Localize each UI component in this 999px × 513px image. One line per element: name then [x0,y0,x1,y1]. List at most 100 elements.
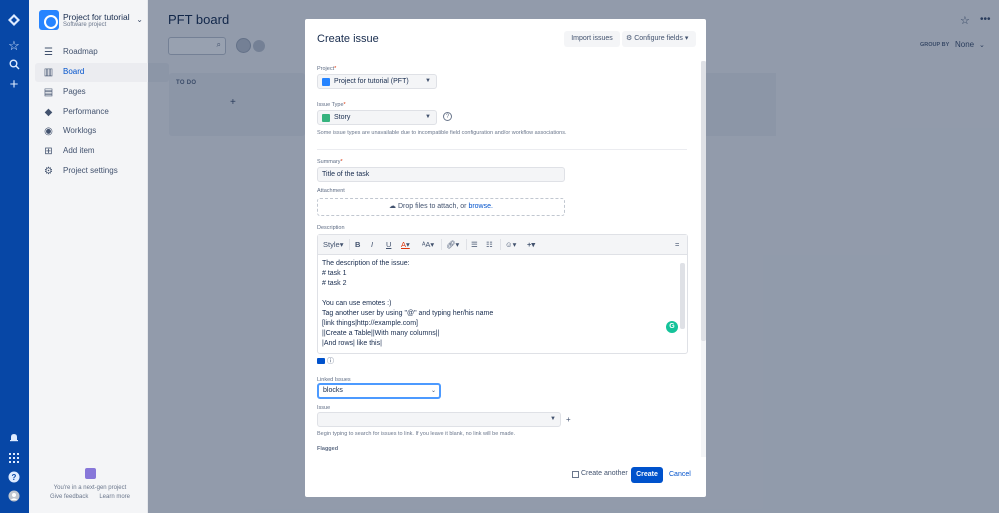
sidebar-item-label: Worklogs [63,126,97,135]
description-label: Description [317,225,345,231]
summary-field[interactable]: Title of the task [317,167,565,182]
browse-link[interactable]: browse. [468,203,493,210]
collapse-toolbar-icon[interactable]: = [675,240,679,249]
bullet-list-icon[interactable]: ☰ [471,240,478,249]
description-line: ||Create a Table||With many columns|| [322,330,440,337]
global-nav: ☆ + ? [0,0,29,513]
pages-icon: ▤ [43,87,54,98]
chevron-down-icon: ▼ [425,78,431,84]
notifications-icon[interactable] [6,431,22,447]
description-text[interactable]: The description of the issue: # task 1 #… [322,259,678,349]
chevron-down-icon: ▼ [550,416,556,422]
configure-fields-button[interactable]: ⚙ Configure fields ▾ [622,31,696,47]
project-name: Project for tutorial [63,12,130,22]
linked-issues-select[interactable]: blocks ⌄ [317,383,441,399]
story-icon [322,114,330,122]
issue-type-help: Some issue types are unavailable due to … [317,130,567,136]
description-line: You can use emotes :) [322,300,392,307]
worklogs-icon: ◉ [44,126,53,137]
search-icon[interactable] [6,58,22,74]
link-icon[interactable]: 🔗︎▾ [446,240,459,249]
performance-icon: ◆ [44,107,53,118]
italic-button[interactable]: I [371,240,373,249]
issue-type-value: Story [334,114,351,121]
plus-icon[interactable]: + [6,77,22,93]
attachment-dropzone[interactable]: ☁ Drop files to attach, or browse. [317,198,565,216]
create-another-checkbox[interactable] [572,471,579,478]
project-select[interactable]: Project for tutorial (PFT) ▼ [317,74,437,89]
star-icon[interactable]: ☆ [6,38,22,54]
editor-toolbar: Style▾ B I U A▾ ᴬA▾ 🔗︎▾ ☰ ☷ ☺▾ +▾ = [318,235,687,255]
attachment-drop-text: Drop files to attach, or [398,203,467,210]
gear-icon: ⚙ [626,35,633,42]
issue-type-select[interactable]: Story ▼ [317,110,437,125]
flagged-label: Flagged [317,446,339,452]
app-switcher-icon[interactable] [6,451,22,467]
project-avatar [39,10,59,30]
divider [349,239,350,250]
sidebar-item-label: Performance [63,107,109,116]
project-label: Project* [317,66,337,72]
description-line: # task 2 [322,280,347,287]
board-icon: ▥ [43,67,54,78]
divider [441,239,442,250]
dialog-scrollbar[interactable] [701,61,706,457]
chevron-down-icon: ▾ [684,35,689,42]
divider [317,149,687,150]
grammarly-icon[interactable]: G [666,321,678,333]
create-button[interactable]: Create [631,467,663,483]
chevron-down-icon: ⌄ [136,15,143,24]
add-link-icon[interactable]: + [566,415,571,424]
create-another-label[interactable]: Create another [581,470,628,477]
underline-button[interactable]: U [386,240,391,249]
sidebar-item-label: Board [63,67,85,76]
scrollbar-thumb[interactable] [701,61,706,341]
text-format-icon[interactable]: ᴬA▾ [422,240,434,249]
sidebar-item-label: Pages [63,87,86,96]
settings-icon: ⚙ [44,166,53,177]
description-line: [link things|http://example.com] [322,320,418,327]
emoji-icon[interactable]: ☺▾ [505,240,516,249]
project-switcher[interactable]: Project for tutorial Software project ⌄ [39,10,143,32]
description-line: Tag another user by using "@" and typing… [322,310,494,317]
svg-text:?: ? [12,473,17,482]
chevron-down-icon: ▼ [425,114,431,120]
description-line: # task 1 [322,270,347,277]
profile-icon[interactable] [6,490,22,506]
help-icon[interactable]: ? [443,112,452,121]
issue-select[interactable]: ▼ [317,412,561,427]
editor-scrollbar[interactable] [680,263,685,329]
text-color-button[interactable]: A▾ [401,240,410,249]
dialog-title: Create issue [317,33,379,45]
sidebar-item-label: Add item [63,146,95,155]
insert-more-icon[interactable]: +▾ [527,240,535,249]
linked-issues-value: blocks [323,387,343,394]
issue-type-label: Issue Type* [317,102,346,108]
description-line: |And rows| like this| [322,340,382,347]
summary-label: Summary* [317,159,343,165]
attachment-label: Attachment [317,188,345,194]
cancel-button[interactable]: Cancel [669,471,691,478]
divider [500,239,501,250]
create-issue-dialog: Create issue Import issues ⚙ Configure f… [305,19,706,497]
help-icon[interactable]: ⓘ [327,356,334,366]
issue-label: Issue [317,405,331,411]
description-line [322,289,678,299]
import-issues-button[interactable]: Import issues [564,31,620,47]
style-dropdown[interactable]: Style▾ [323,240,343,249]
description-editor[interactable]: Style▾ B I U A▾ ᴬA▾ 🔗︎▾ ☰ ☷ ☺▾ +▾ = The … [317,234,688,354]
next-gen-text: You're in a next-gen project [53,485,127,491]
roadmap-icon: ☰ [44,47,53,58]
give-feedback-link[interactable]: Give feedback [50,494,88,500]
learn-more-link[interactable]: Learn more [99,494,130,500]
add-item-icon: ⊞ [44,146,53,157]
project-avatar-icon [322,78,330,86]
chevron-down-icon: ⌄ [430,388,436,394]
bold-button[interactable]: B [355,240,360,249]
help-icon[interactable]: ? [6,471,22,487]
project-select-value: Project for tutorial (PFT) [334,78,409,85]
next-gen-icon [84,468,96,479]
jira-logo-icon[interactable] [6,13,22,29]
markdown-badge-icon [317,358,325,364]
numbered-list-icon[interactable]: ☷ [486,240,493,249]
